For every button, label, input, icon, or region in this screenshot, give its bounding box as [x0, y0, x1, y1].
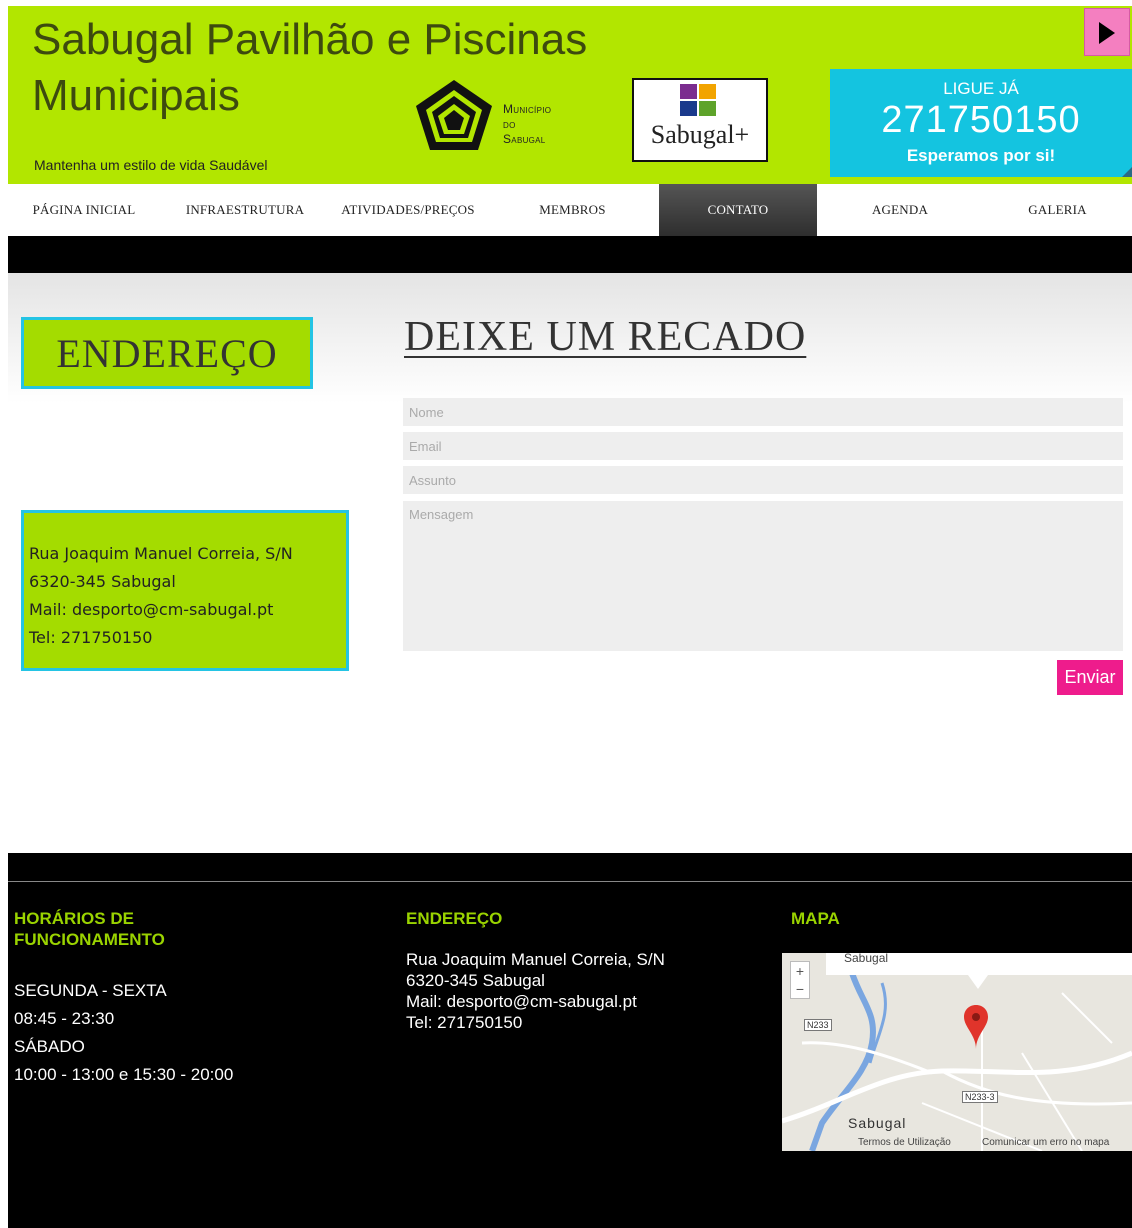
hours-line: SEGUNDA - SEXTA — [14, 981, 167, 1000]
address-line: Tel: 271750150 — [29, 628, 153, 647]
municipio-text-line: do — [503, 117, 516, 131]
send-button[interactable]: Enviar — [1057, 660, 1123, 695]
hours-line: 08:45 - 23:30 — [14, 1009, 115, 1028]
municipio-logo-text: Município do Sabugal — [503, 102, 551, 147]
hours-heading: HORÁRIOS DE FUNCIONAMENTO — [14, 909, 165, 949]
map-place-label: Sabugal — [848, 1115, 907, 1131]
hours-line: SÁBADO — [14, 1037, 85, 1056]
map-info-bubble: Sabugal — [826, 953, 1132, 975]
sabugal-plus-mark-icon — [680, 84, 716, 116]
municipio-text-line: Município — [503, 102, 552, 116]
map-report-link[interactable]: Comunicar um erro no mapa — [982, 1137, 1109, 1148]
address-line: Mail: desporto@cm-sabugal.pt — [29, 600, 274, 619]
footer-address-line: Tel: 271750150 — [406, 1013, 523, 1032]
road-label: N233-3 — [962, 1091, 998, 1103]
footer-address-line: Rua Joaquim Manuel Correia, S/N — [406, 950, 665, 969]
subject-input[interactable] — [403, 466, 1123, 494]
zoom-out-icon[interactable]: − — [791, 980, 809, 998]
call-slogan: Esperamos por si! — [906, 146, 1056, 165]
map-terms-link[interactable]: Termos de Utilização — [858, 1137, 951, 1148]
nav-item-agenda[interactable]: Agenda — [817, 184, 983, 236]
call-phone[interactable]: 271750150 — [830, 99, 1132, 142]
endereco-heading: ENDEREÇO — [21, 317, 313, 389]
footer-divider — [8, 881, 1132, 882]
nav-item-pagina-inicial[interactable]: Página Inicial — [8, 184, 160, 236]
zoom-in-icon[interactable]: + — [791, 962, 809, 980]
address-line: Rua Joaquim Manuel Correia, S/N — [29, 544, 293, 563]
footer-address-line: Mail: desporto@cm-sabugal.pt — [406, 992, 637, 1011]
hours-list: SEGUNDA - SEXTA 08:45 - 23:30 SÁBADO 10:… — [14, 977, 233, 1089]
footer-address-heading: ENDEREÇO — [406, 909, 503, 928]
sabugal-plus-logo: Sabugal+ — [632, 78, 768, 162]
sabugal-logo-word: Sabugal+ — [650, 120, 750, 149]
site-header: Sabugal Pavilhão e Piscinas Municipais M… — [8, 6, 1132, 184]
nav-item-membros[interactable]: Membros — [486, 184, 659, 236]
map-heading: MAPA — [791, 909, 840, 928]
nav-item-atividades-precos[interactable]: Atividades/Preços — [330, 184, 486, 236]
call-box-corner — [1122, 167, 1132, 177]
nav-item-infraestrutura[interactable]: Infraestrutura — [160, 184, 330, 236]
footer-address: Rua Joaquim Manuel Correia, S/N 6320-345… — [406, 949, 665, 1033]
map-pin-icon[interactable] — [964, 1005, 988, 1049]
municipio-logo-icon — [416, 80, 492, 150]
location-map[interactable]: Sabugal + − N233 N233-3 Sabugal Termos d… — [782, 953, 1132, 1151]
call-box[interactable]: LIGUE JÁ 271750150 Esperamos por si! — [830, 69, 1132, 177]
nav-black-bar — [8, 236, 1132, 273]
footer-address-line: 6320-345 Sabugal — [406, 971, 545, 990]
call-label: LIGUE JÁ — [943, 79, 1019, 98]
nav-item-contato[interactable]: Contato — [659, 184, 817, 236]
address-line: 6320-345 Sabugal — [29, 572, 176, 591]
main-nav: Página Inicial Infraestrutura Atividades… — [8, 184, 1132, 236]
site-tagline: Mantenha um estilo de vida Saudável — [34, 157, 268, 173]
play-icon — [1099, 22, 1115, 44]
site-footer: HORÁRIOS DE FUNCIONAMENTO SEGUNDA - SEXT… — [8, 853, 1132, 1228]
play-button[interactable] — [1084, 8, 1130, 56]
map-terrain — [782, 953, 1132, 1151]
nav-item-galeria[interactable]: Galeria — [983, 184, 1132, 236]
message-textarea[interactable] — [403, 501, 1123, 651]
map-bubble-tail — [968, 975, 988, 989]
municipio-text-line: Sabugal — [503, 132, 546, 146]
site-title: Sabugal Pavilhão e Piscinas Municipais — [32, 15, 588, 120]
email-input[interactable] — [403, 432, 1123, 460]
hours-line: 10:00 - 13:00 e 15:30 - 20:00 — [14, 1065, 234, 1084]
name-input[interactable] — [403, 398, 1123, 426]
contact-form-title: DEIXE UM RECADO — [404, 314, 807, 360]
address-box: Rua Joaquim Manuel Correia, S/N 6320-345… — [21, 510, 349, 671]
contact-main: ENDEREÇO Rua Joaquim Manuel Correia, S/N… — [8, 273, 1132, 853]
road-label: N233 — [804, 1019, 832, 1031]
map-zoom-control[interactable]: + − — [790, 961, 810, 999]
